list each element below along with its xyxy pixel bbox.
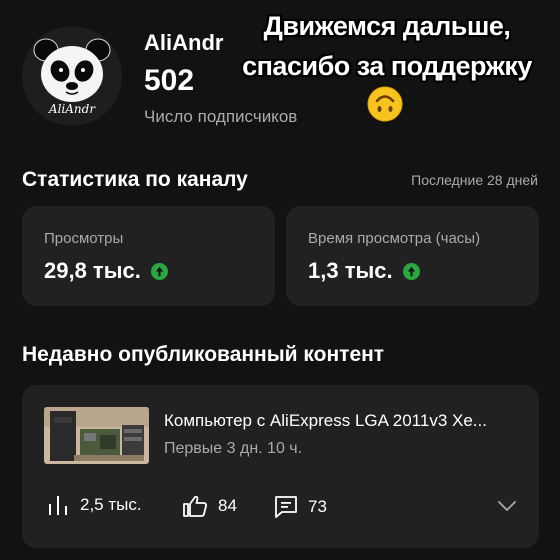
bar-chart-icon: [49, 496, 67, 515]
video-comments-metric: 73: [274, 495, 327, 519]
overlay-line-1: Движемся дальше,: [263, 11, 511, 41]
chevron-down-icon[interactable]: [497, 499, 517, 513]
video-likes-value: 84: [218, 496, 237, 515]
video-views-metric: 2,5 тыс.: [48, 495, 142, 515]
video-card[interactable]: Компьютер с AliExpress LGA 2011v3 Xe... …: [22, 385, 539, 548]
thumbs-up-icon: [183, 495, 207, 517]
comment-icon: [275, 496, 297, 518]
arrow-up-icon: [150, 262, 168, 280]
views-value-row: 29,8 тыс.: [44, 258, 168, 284]
video-thumbnail[interactable]: [44, 407, 149, 464]
watch-time-value: 1,3 тыс.: [308, 258, 393, 283]
views-card[interactable]: Просмотры 29,8 тыс.: [22, 206, 275, 306]
channel-name[interactable]: AliAndr: [144, 30, 223, 56]
video-thumbnail-image: [44, 407, 149, 464]
watch-time-label: Время просмотра (часы): [308, 230, 481, 247]
video-title[interactable]: Компьютер с AliExpress LGA 2011v3 Xe...: [164, 411, 487, 431]
watch-time-card[interactable]: Время просмотра (часы) 1,3 тыс.: [286, 206, 539, 306]
upside-down-face-icon: [367, 86, 403, 122]
avatar-caption: AliAndr: [48, 102, 96, 116]
stats-period: Последние 28 дней: [411, 172, 538, 188]
channel-avatar[interactable]: AliAndr: [22, 26, 122, 126]
video-comments-value: 73: [308, 497, 327, 516]
views-label: Просмотры: [44, 230, 124, 247]
overlay-caption: Движемся дальше, спасибо за поддержку: [222, 6, 552, 86]
watch-time-value-row: 1,3 тыс.: [308, 258, 420, 284]
video-period: Первые 3 дн. 10 ч.: [164, 440, 303, 457]
video-views-value: 2,5 тыс.: [80, 495, 142, 514]
video-likes-metric: 84: [182, 495, 237, 517]
recent-title: Недавно опубликованный контент: [22, 343, 385, 366]
arrow-up-icon: [402, 262, 420, 280]
overlay-line-2: спасибо за поддержку: [242, 51, 532, 81]
subscriber-label: Число подписчиков: [144, 107, 298, 126]
subscriber-count: 502: [144, 64, 195, 97]
views-value: 29,8 тыс.: [44, 258, 141, 283]
stats-title: Статистика по каналу: [22, 168, 248, 191]
